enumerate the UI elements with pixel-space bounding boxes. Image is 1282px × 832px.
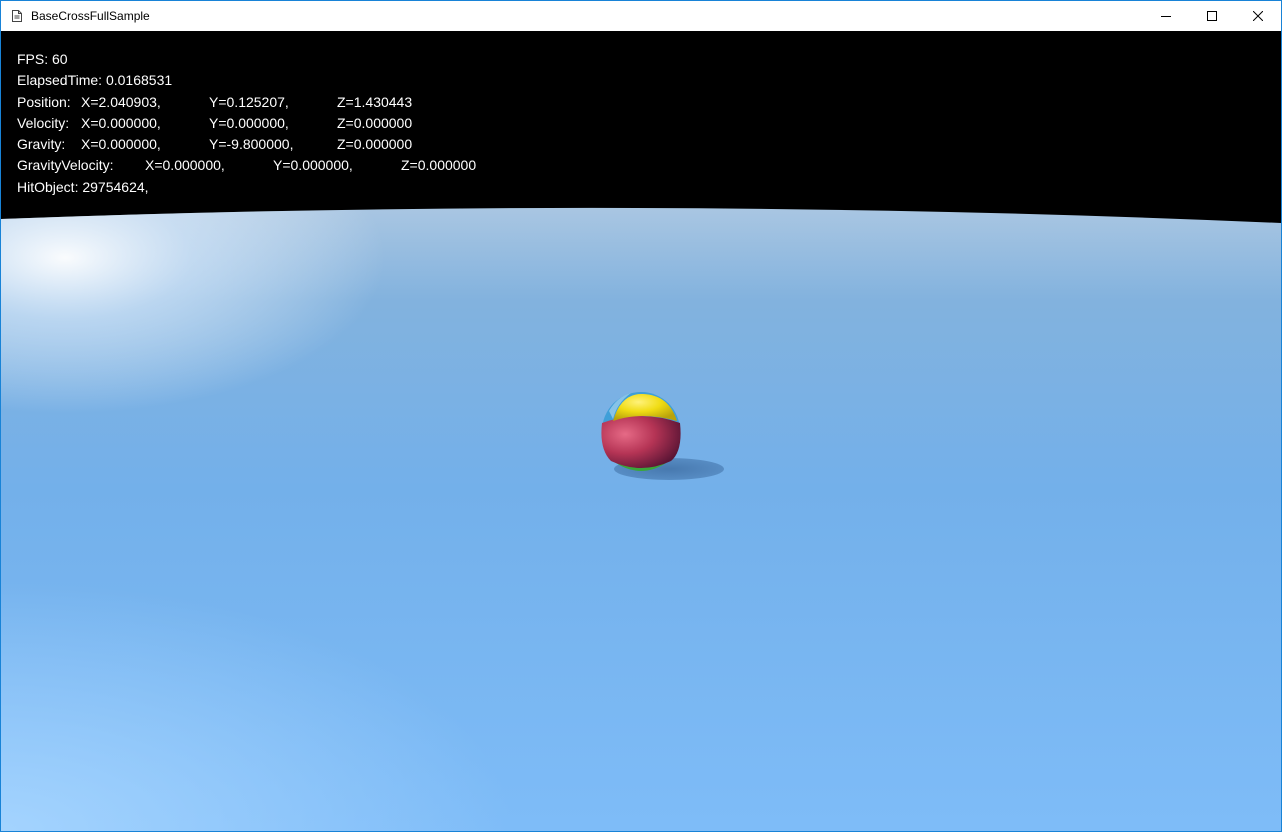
maximize-button[interactable] bbox=[1189, 1, 1235, 31]
minimize-button[interactable] bbox=[1143, 1, 1189, 31]
3d-scene bbox=[1, 31, 1281, 831]
player-ball bbox=[601, 392, 681, 471]
gravity-velocity-label: GravityVelocity: bbox=[17, 157, 114, 174]
position-y: Y=0.125207, bbox=[209, 93, 289, 110]
gravity-z: Z=0.000000 bbox=[337, 136, 413, 153]
velocity-z: Z=0.000000 bbox=[337, 114, 413, 131]
app-window: BaseCrossFullSample FPS: 60 ElapsedTime:… bbox=[0, 0, 1282, 832]
gravity-label: Gravity: bbox=[17, 136, 66, 153]
document-icon bbox=[12, 10, 22, 22]
position-z: Z=1.430443 bbox=[337, 93, 413, 110]
velocity-x: X=0.000000, bbox=[81, 114, 161, 131]
title-bar[interactable]: BaseCrossFullSample bbox=[1, 1, 1281, 31]
maximize-icon bbox=[1207, 11, 1217, 21]
position-label: Position: bbox=[17, 93, 71, 110]
game-viewport[interactable]: FPS: 60 ElapsedTime: 0.0168531 Position:… bbox=[1, 31, 1281, 831]
velocity-label: Velocity: bbox=[17, 114, 70, 131]
fps-readout: FPS: 60 bbox=[17, 51, 68, 67]
window-controls bbox=[1143, 1, 1281, 31]
minimize-icon bbox=[1161, 16, 1171, 17]
close-button[interactable] bbox=[1235, 1, 1281, 31]
close-icon bbox=[1253, 11, 1263, 21]
position-x: X=2.040903, bbox=[81, 93, 161, 110]
gravity-x: X=0.000000, bbox=[81, 136, 161, 153]
gravity-velocity-z: Z=0.000000 bbox=[401, 157, 477, 174]
gravity-velocity-y: Y=0.000000, bbox=[273, 157, 353, 174]
gravity-y: Y=-9.800000, bbox=[209, 136, 294, 153]
velocity-y: Y=0.000000, bbox=[209, 114, 289, 131]
hit-object-readout: HitObject: 29754624, bbox=[17, 178, 149, 195]
elapsed-time-readout: ElapsedTime: 0.0168531 bbox=[17, 72, 173, 89]
window-title: BaseCrossFullSample bbox=[31, 9, 150, 23]
gravity-velocity-x: X=0.000000, bbox=[145, 157, 225, 174]
